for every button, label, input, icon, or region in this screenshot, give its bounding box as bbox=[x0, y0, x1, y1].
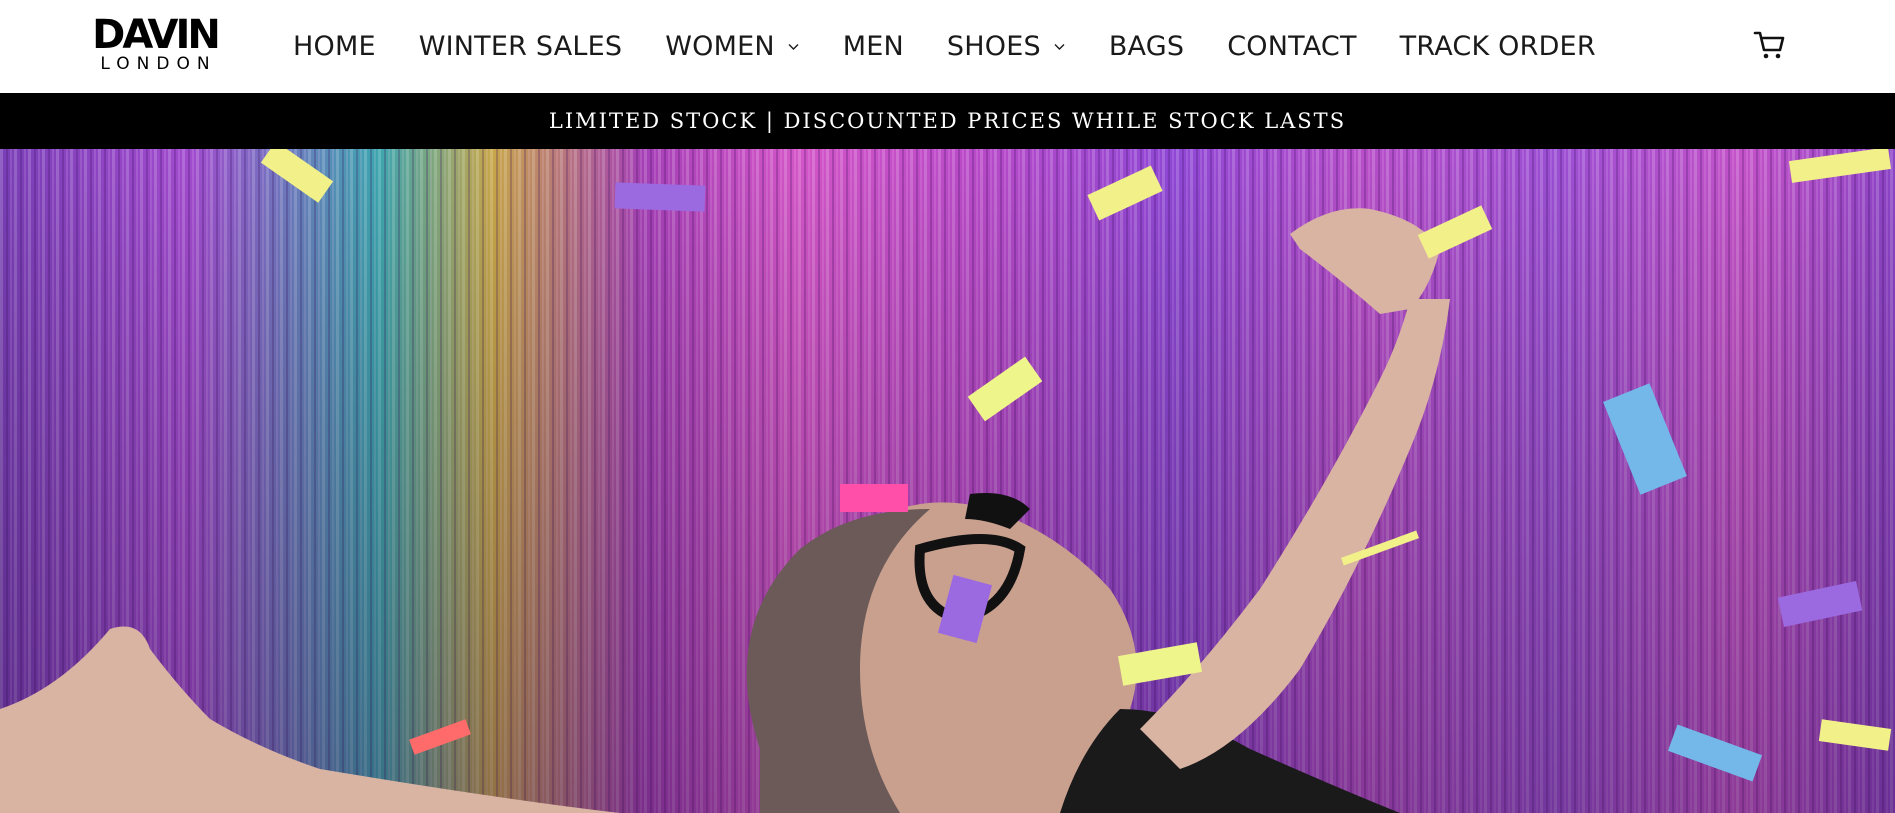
nav-contact[interactable]: CONTACT bbox=[1227, 31, 1356, 62]
logo-subtitle: LONDON bbox=[100, 54, 217, 74]
announcement-bar: LIMITED STOCK | DISCOUNTED PRICES WHILE … bbox=[0, 93, 1895, 149]
cart-icon[interactable] bbox=[1753, 28, 1787, 62]
nav-label-shoes: SHOES bbox=[946, 30, 1041, 62]
main-nav: HOME WINTER SALES WOMEN MEN SHOES BAGS C… bbox=[293, 24, 1596, 68]
nav-track-order[interactable]: TRACK ORDER bbox=[1400, 31, 1596, 62]
nav-label-contact: CONTACT bbox=[1227, 30, 1357, 62]
nav-winter-sales[interactable]: WINTER SALES bbox=[419, 31, 623, 62]
chevron-down-icon bbox=[787, 40, 800, 53]
hero-image bbox=[0, 149, 1895, 813]
hero-banner bbox=[0, 149, 1895, 813]
nav-label-home: HOME bbox=[293, 30, 376, 62]
chevron-down-icon bbox=[1053, 40, 1066, 53]
nav-men[interactable]: MEN bbox=[843, 31, 904, 62]
brand-logo[interactable]: DAVIN LONDON bbox=[88, 12, 222, 76]
nav-home[interactable]: HOME bbox=[293, 31, 376, 62]
site-header: DAVIN LONDON HOME WINTER SALES WOMEN MEN… bbox=[0, 0, 1895, 93]
nav-label-bags: BAGS bbox=[1108, 30, 1185, 62]
logo-wordmark: DAVIN bbox=[92, 12, 221, 58]
nav-label-women: WOMEN bbox=[665, 30, 775, 62]
nav-label-men: MEN bbox=[842, 30, 904, 62]
nav-bags[interactable]: BAGS bbox=[1109, 31, 1184, 62]
nav-label-winter-sales: WINTER SALES bbox=[418, 30, 623, 62]
nav-label-track-order: TRACK ORDER bbox=[1399, 30, 1596, 62]
announcement-text: LIMITED STOCK | DISCOUNTED PRICES WHILE … bbox=[548, 109, 1347, 133]
nav-shoes[interactable]: SHOES bbox=[947, 31, 1066, 62]
nav-women[interactable]: WOMEN bbox=[665, 31, 800, 62]
